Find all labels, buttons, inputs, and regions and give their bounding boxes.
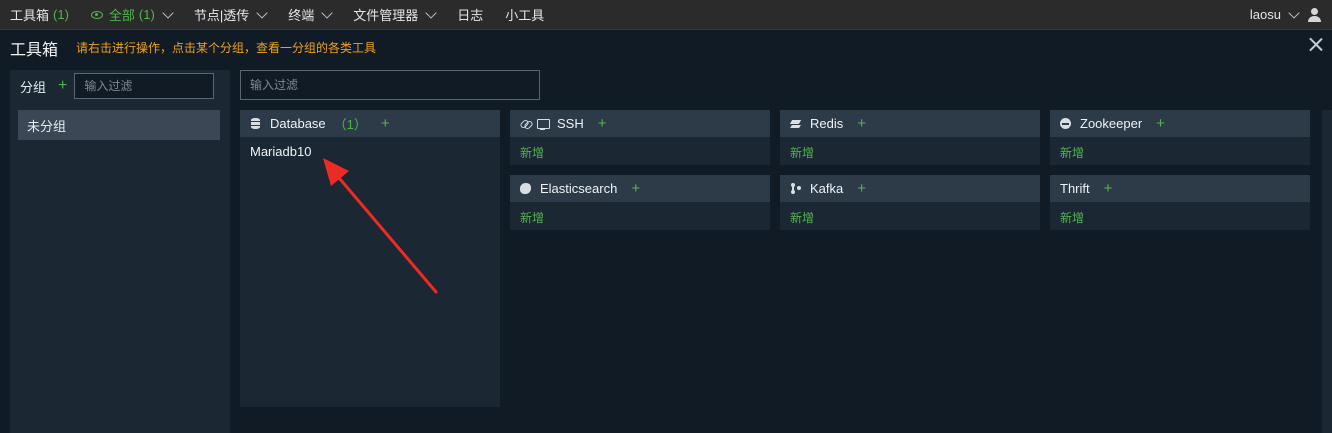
page-title: 工具箱 xyxy=(10,41,59,59)
group-panel: 分组 + 未分组 xyxy=(10,70,230,433)
chevron-down-icon xyxy=(162,6,174,19)
card-thrift: Thrift + 新增 xyxy=(1050,175,1310,230)
username: laosu xyxy=(1249,7,1281,22)
nav-log-label: 日志 xyxy=(457,8,484,23)
card-redis-header: Redis + xyxy=(780,110,1040,137)
nav-all-count: (1) xyxy=(138,7,155,22)
nav-tools[interactable]: 小工具 xyxy=(494,0,555,30)
add-redis-button[interactable]: + xyxy=(857,116,866,131)
terminal-icon xyxy=(537,118,550,130)
chevron-down-icon xyxy=(1288,6,1300,19)
group-panel-header: 分组 + xyxy=(10,70,230,102)
new-ssh-link[interactable]: 新增 xyxy=(520,146,544,160)
card-elasticsearch-header: Elasticsearch + xyxy=(510,175,770,202)
new-elasticsearch-link[interactable]: 新增 xyxy=(520,211,544,225)
card-redis: Redis + 新增 xyxy=(780,110,1040,165)
nav-toolbox-count: (1) xyxy=(53,7,69,22)
card-thrift-title: Thrift xyxy=(1060,181,1090,196)
nav-node-proxy-label: 节点|透传 xyxy=(193,8,250,23)
tool-item-mariadb[interactable]: Mariadb10 xyxy=(250,144,490,159)
nav-toolbox[interactable]: 工具箱 (1) xyxy=(0,0,80,30)
card-thrift-header: Thrift + xyxy=(1050,175,1310,202)
add-kafka-button[interactable]: + xyxy=(857,181,866,196)
top-nav-bar: 工具箱 (1) 全部 (1) 节点|透传 终端 文件管理器 日志 小工具 lao… xyxy=(0,0,1332,30)
tool-filter-input[interactable] xyxy=(240,70,540,100)
elasticsearch-icon xyxy=(520,183,531,194)
new-thrift-link[interactable]: 新增 xyxy=(1060,211,1084,225)
nav-terminal-dropdown[interactable]: 终端 xyxy=(277,0,342,30)
card-elasticsearch: Elasticsearch + 新增 xyxy=(510,175,770,230)
card-zookeeper-header: Zookeeper + xyxy=(1050,110,1310,137)
card-database-header: Database （1） + xyxy=(240,110,500,137)
card-kafka: Kafka + 新增 xyxy=(780,175,1040,230)
nav-node-proxy-dropdown[interactable]: 节点|透传 xyxy=(183,0,277,30)
group-filter-input[interactable] xyxy=(74,73,215,99)
card-kafka-header: Kafka + xyxy=(780,175,1040,202)
nav-file-manager-label: 文件管理器 xyxy=(353,8,419,23)
card-elasticsearch-body: 新增 xyxy=(510,202,770,233)
card-kafka-title: Kafka xyxy=(810,181,844,196)
card-database-body: Mariadb10 xyxy=(240,137,500,166)
zookeeper-icon xyxy=(1060,118,1071,129)
scrollbar[interactable] xyxy=(1322,110,1332,433)
chevron-down-icon xyxy=(425,6,437,19)
add-group-button[interactable]: + xyxy=(58,78,67,94)
chevron-down-icon xyxy=(321,6,333,19)
card-elasticsearch-title: Elasticsearch xyxy=(540,181,618,196)
card-ssh-body: 新增 xyxy=(510,137,770,168)
add-database-button[interactable]: + xyxy=(381,116,390,131)
nav-terminal-label: 终端 xyxy=(288,8,315,23)
add-ssh-button[interactable]: + xyxy=(598,116,607,131)
card-database: Database （1） + Mariadb10 xyxy=(240,110,500,407)
new-redis-link[interactable]: 新增 xyxy=(790,146,814,160)
add-zookeeper-button[interactable]: + xyxy=(1156,116,1165,131)
card-kafka-body: 新增 xyxy=(780,202,1040,233)
group-item-ungrouped[interactable]: 未分组 xyxy=(18,110,220,140)
new-zookeeper-link[interactable]: 新增 xyxy=(1060,146,1084,160)
nav-all-dropdown[interactable]: 全部 (1) xyxy=(80,0,183,30)
nav-all-label: 全部 xyxy=(108,8,135,23)
eye-icon xyxy=(90,10,103,19)
card-database-count: （1） xyxy=(333,117,367,132)
nav-tools-label: 小工具 xyxy=(505,8,545,23)
card-ssh-header: SSH + xyxy=(510,110,770,137)
group-label: 分组 xyxy=(20,79,47,95)
chevron-down-icon xyxy=(256,6,268,19)
card-database-title: Database xyxy=(270,116,326,131)
card-thrift-body: 新增 xyxy=(1050,202,1310,233)
card-redis-title: Redis xyxy=(810,116,844,131)
link-icon xyxy=(520,118,531,129)
add-elasticsearch-button[interactable]: + xyxy=(631,181,640,196)
hint-text: 请右击进行操作，点击某个分组，查看一分组的各类工具 xyxy=(76,41,377,55)
database-icon xyxy=(250,118,261,129)
add-thrift-button[interactable]: + xyxy=(1104,181,1113,196)
user-dropdown[interactable]: laosu xyxy=(1249,6,1308,22)
nav-file-manager-dropdown[interactable]: 文件管理器 xyxy=(342,0,446,30)
layers-icon xyxy=(790,118,801,129)
card-ssh-title: SSH xyxy=(557,116,584,131)
card-zookeeper: Zookeeper + 新增 xyxy=(1050,110,1310,165)
nav-toolbox-label: 工具箱 xyxy=(10,8,50,23)
card-zookeeper-title: Zookeeper xyxy=(1080,116,1143,131)
card-zookeeper-body: 新增 xyxy=(1050,137,1310,168)
kafka-icon xyxy=(790,183,801,194)
nav-right: laosu xyxy=(1250,0,1332,30)
nav-log[interactable]: 日志 xyxy=(446,0,494,30)
card-redis-body: 新增 xyxy=(780,137,1040,168)
user-settings-icon[interactable] xyxy=(1308,7,1324,23)
new-kafka-link[interactable]: 新增 xyxy=(790,211,814,225)
page-header: 工具箱 请右击进行操作，点击某个分组，查看一分组的各类工具 xyxy=(0,31,1332,64)
card-ssh: SSH + 新增 xyxy=(510,110,770,165)
close-icon[interactable] xyxy=(1306,35,1326,55)
